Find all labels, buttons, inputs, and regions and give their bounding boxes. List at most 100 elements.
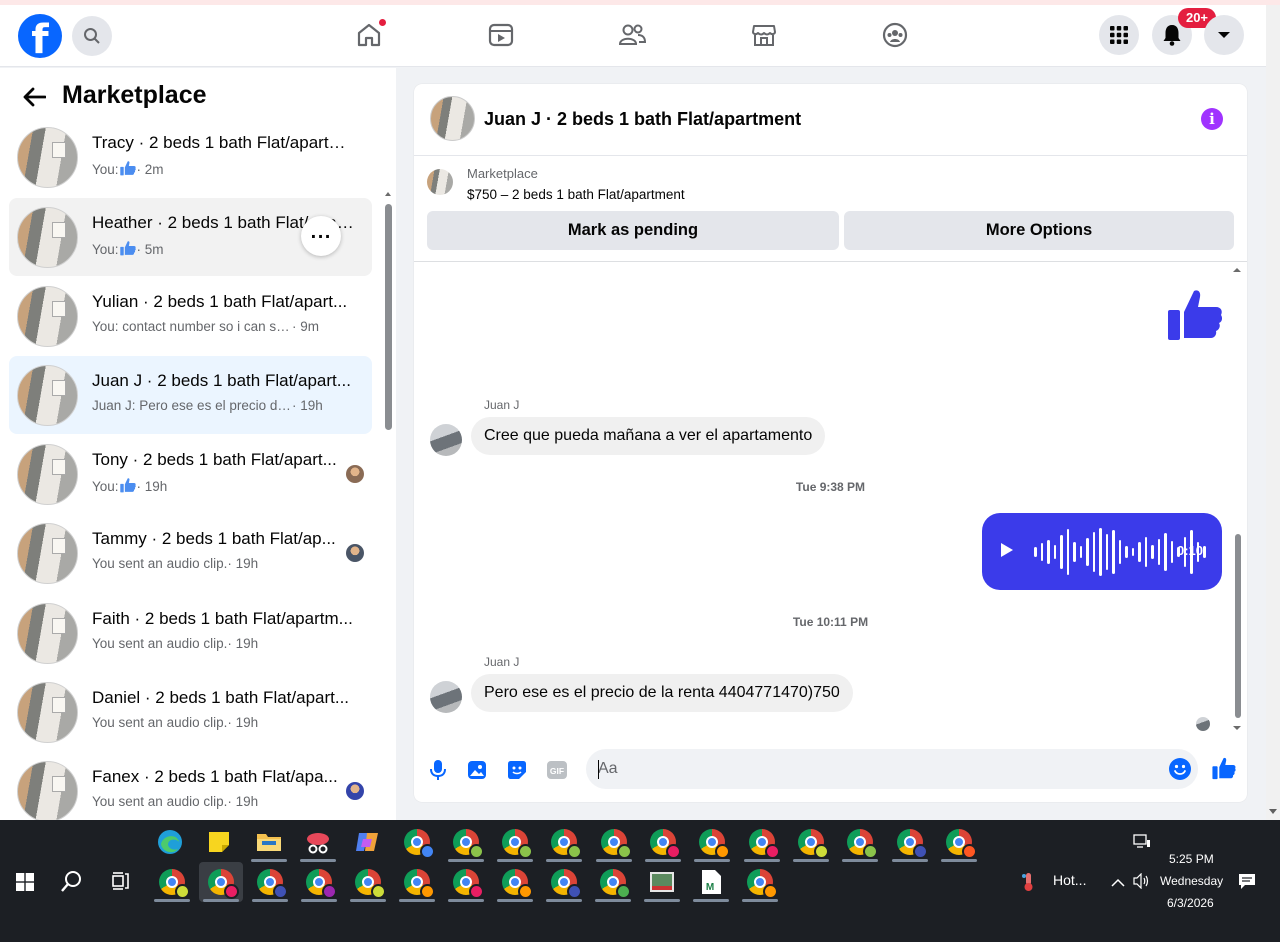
more-options-icon[interactable]: ··· bbox=[301, 216, 341, 256]
chrome-profile-icon[interactable] bbox=[297, 862, 341, 902]
chrome-profile-icon[interactable] bbox=[937, 822, 981, 862]
chrome-profile-icon[interactable] bbox=[592, 822, 636, 862]
copilot-icon[interactable] bbox=[345, 822, 389, 862]
sender-avatar[interactable] bbox=[430, 424, 462, 456]
audio-message[interactable]: 0:10 bbox=[982, 513, 1222, 590]
chat-panel: Juan J · 2 beds 1 bath Flat/apartment i … bbox=[414, 84, 1247, 802]
svg-text:GIF: GIF bbox=[550, 766, 564, 776]
caret-down-icon[interactable] bbox=[1204, 15, 1244, 55]
waveform-bar bbox=[1118, 540, 1121, 564]
play-icon[interactable] bbox=[1000, 542, 1014, 563]
file-explorer-icon[interactable] bbox=[247, 822, 291, 862]
weather-text: Hot... bbox=[1053, 872, 1087, 888]
volume-icon[interactable] bbox=[1133, 872, 1151, 894]
info-icon[interactable]: i bbox=[1201, 108, 1223, 130]
sidebar-scroll-thumb[interactable] bbox=[385, 204, 392, 430]
conversation-item[interactable]: Heather · 2 beds 1 bath Flat/apartm... Yo… bbox=[9, 198, 372, 276]
chrome-profile-icon[interactable] bbox=[789, 822, 833, 862]
message-sender: Juan J bbox=[484, 655, 520, 669]
running-indicator bbox=[252, 899, 288, 902]
conversation-item[interactable]: Juan J · 2 beds 1 bath Flat/apart... Juan… bbox=[9, 356, 372, 434]
windows-start-icon[interactable] bbox=[16, 873, 34, 896]
groups-icon[interactable] bbox=[881, 21, 909, 49]
conversation-item[interactable]: Yulian · 2 beds 1 bath Flat/apart... You:… bbox=[9, 277, 372, 355]
chrome-profile-icon[interactable] bbox=[150, 862, 194, 902]
chat-avatar[interactable] bbox=[430, 96, 475, 141]
message-scroll-thumb[interactable] bbox=[1235, 534, 1241, 718]
sticky-notes-icon[interactable] bbox=[197, 822, 241, 862]
chrome-profile-icon[interactable] bbox=[888, 822, 932, 862]
chevron-up-icon[interactable] bbox=[1111, 875, 1125, 893]
network-monitor-icon[interactable] bbox=[1133, 834, 1151, 853]
marketplace-icon[interactable] bbox=[750, 21, 778, 49]
video-icon[interactable] bbox=[487, 21, 515, 49]
friends-icon[interactable] bbox=[618, 21, 646, 49]
waveform-bar bbox=[1112, 530, 1115, 574]
facebook-logo[interactable]: f bbox=[18, 14, 62, 58]
chrome-profile-icon[interactable] bbox=[444, 862, 488, 902]
chrome-profile-icon[interactable] bbox=[641, 822, 685, 862]
sticker-icon[interactable] bbox=[506, 759, 528, 781]
message-input-box[interactable] bbox=[586, 749, 1198, 789]
conversation-item[interactable]: Faith · 2 beds 1 bath Flat/apartm... You … bbox=[9, 594, 372, 672]
emoji-icon[interactable] bbox=[1168, 757, 1192, 786]
send-thumbs-up-icon[interactable] bbox=[1212, 756, 1236, 785]
conversation-item[interactable]: Daniel · 2 beds 1 bath Flat/apart... You … bbox=[9, 673, 372, 751]
preview-text: You: bbox=[92, 242, 119, 257]
chrome-profile-icon[interactable] bbox=[591, 862, 635, 902]
notification-center-icon[interactable] bbox=[1238, 873, 1256, 895]
search-icon[interactable] bbox=[72, 16, 112, 56]
chrome-profile-icon[interactable] bbox=[395, 862, 439, 902]
window-scrollbar[interactable] bbox=[1266, 5, 1280, 820]
listing-price[interactable]: $750 – 2 beds 1 bath Flat/apartment bbox=[467, 187, 685, 202]
menu-grid-icon[interactable] bbox=[1099, 15, 1139, 55]
chrome-profile-icon[interactable] bbox=[738, 862, 782, 902]
conversation-item[interactable]: Fanex · 2 beds 1 bath Flat/apa... You sen… bbox=[9, 752, 372, 820]
chrome-profile-icon[interactable] bbox=[690, 822, 734, 862]
chrome-profile-icon[interactable] bbox=[542, 862, 586, 902]
timestamp: Tue 10:11 PM bbox=[792, 615, 869, 629]
chrome-profile-icon[interactable] bbox=[248, 862, 292, 902]
gif-icon[interactable]: GIF bbox=[546, 759, 568, 781]
chrome-profile-icon[interactable] bbox=[493, 822, 537, 862]
preview-time: · 19h bbox=[227, 715, 259, 730]
task-view-icon[interactable] bbox=[110, 872, 130, 895]
chrome-profile-icon[interactable] bbox=[740, 822, 784, 862]
edge-icon[interactable] bbox=[148, 822, 192, 862]
incoming-message[interactable]: Cree que pueda mañana a ver el apartamen… bbox=[471, 417, 826, 455]
image-icon[interactable] bbox=[466, 759, 488, 781]
sheets-icon[interactable]: M bbox=[689, 862, 733, 902]
chrome-profile-icon[interactable] bbox=[838, 822, 882, 862]
chat-title[interactable]: Juan J · 2 beds 1 bath Flat/apartment bbox=[484, 109, 801, 130]
preview-text: You sent an audio clip. bbox=[92, 556, 228, 571]
mic-icon[interactable] bbox=[427, 759, 449, 781]
conversation-preview: You: · 19h bbox=[92, 477, 354, 496]
more-options-button[interactable]: More Options bbox=[844, 211, 1234, 250]
conversation-item[interactable]: Tammy · 2 beds 1 bath Flat/ap... You sent… bbox=[9, 514, 372, 592]
thermometer-icon bbox=[1021, 872, 1035, 895]
chrome-profile-icon[interactable] bbox=[444, 822, 488, 862]
incoming-message[interactable]: Pero ese es el precio de la renta 440477… bbox=[471, 674, 853, 712]
chrome-profile-icon[interactable] bbox=[493, 862, 537, 902]
taskbar-search-icon[interactable] bbox=[60, 869, 84, 898]
snipping-tool-icon[interactable] bbox=[296, 822, 340, 862]
listing-thumbnail[interactable] bbox=[427, 169, 453, 195]
weather-widget[interactable]: Hot... bbox=[1022, 872, 1087, 891]
chrome-profile-icon[interactable] bbox=[199, 862, 243, 902]
message-input[interactable] bbox=[598, 749, 1158, 789]
chat-header: Juan J · 2 beds 1 bath Flat/apartment i bbox=[414, 84, 1247, 156]
chrome-profile-icon[interactable] bbox=[395, 822, 439, 862]
conversation-item[interactable]: Tracy · 2 beds 1 bath Flat/apartm... You:… bbox=[9, 118, 372, 196]
chrome-profile-icon[interactable] bbox=[542, 822, 586, 862]
preview-time: · 19h bbox=[227, 636, 259, 651]
timestamp: Tue 9:38 PM bbox=[795, 480, 866, 494]
sender-avatar[interactable] bbox=[430, 681, 462, 713]
conversation-preview: You: contact number so i can send ... · … bbox=[92, 319, 354, 334]
conversation-item[interactable]: Tony · 2 beds 1 bath Flat/apart... You: ·… bbox=[9, 435, 372, 513]
image-viewer-icon[interactable] bbox=[640, 862, 684, 902]
chrome-profile-icon[interactable] bbox=[346, 862, 390, 902]
read-receipt-avatar bbox=[1196, 717, 1210, 731]
listing-banner: Marketplace $750 – 2 beds 1 bath Flat/ap… bbox=[414, 156, 1247, 262]
mark-as-pending-button[interactable]: Mark as pending bbox=[427, 211, 839, 250]
back-arrow-icon[interactable] bbox=[22, 87, 47, 112]
